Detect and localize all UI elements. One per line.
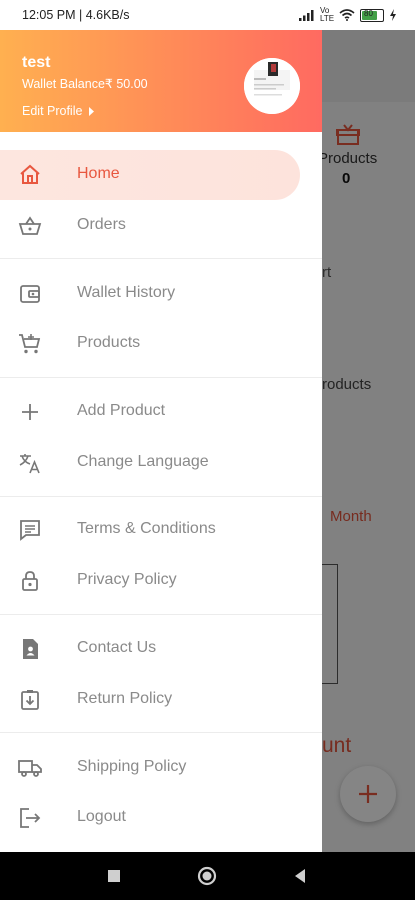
wallet-balance: Wallet Balance₹ 50.00 xyxy=(22,77,148,91)
document-icon xyxy=(20,520,40,541)
menu-item-privacy-policy[interactable]: Privacy Policy xyxy=(0,556,300,606)
menu-item-label: Products xyxy=(77,334,141,351)
menu-item-products[interactable]: Products xyxy=(0,319,300,369)
contact-icon xyxy=(23,639,38,659)
avatar-image xyxy=(244,58,300,114)
menu-item-label: Contact Us xyxy=(77,639,157,656)
menu-divider xyxy=(0,258,322,259)
translate-icon xyxy=(19,454,40,474)
menu-item-label: Add Product xyxy=(77,402,166,419)
edit-profile-label: Edit Profile xyxy=(22,104,83,118)
plus-icon xyxy=(22,404,38,420)
menu-item-label: Wallet History xyxy=(77,284,176,301)
menu-item-change-language[interactable]: Change Language xyxy=(0,438,300,488)
menu-item-add-product[interactable]: Add Product xyxy=(0,387,300,437)
menu-item-return-policy[interactable]: Return Policy xyxy=(0,675,300,725)
avatar[interactable] xyxy=(244,58,300,114)
truck-icon xyxy=(18,760,42,777)
menu-item-label: Shipping Policy xyxy=(77,758,187,775)
status-time: 12:05 PM | 4.6KB/s xyxy=(22,8,130,22)
menu-divider xyxy=(0,732,322,733)
home-button[interactable] xyxy=(197,866,217,886)
status-icons: Vo LTE 80 xyxy=(299,7,397,23)
back-button[interactable] xyxy=(290,866,310,886)
cart-icon xyxy=(19,334,41,354)
navigation-drawer: test Wallet Balance₹ 50.00 Edit Profile xyxy=(0,30,322,852)
home-icon xyxy=(20,164,40,184)
menu-item-label: Return Policy xyxy=(77,690,173,707)
menu-item-orders[interactable]: Orders xyxy=(0,201,300,251)
menu-divider xyxy=(0,496,322,497)
volte-indicator: Vo LTE xyxy=(320,6,335,23)
menu-item-contact-us[interactable]: Contact Us xyxy=(0,624,300,674)
drawer-header: test Wallet Balance₹ 50.00 Edit Profile xyxy=(0,30,322,132)
menu-item-label: Home xyxy=(77,165,120,182)
username: test xyxy=(22,54,51,71)
menu-item-label: Privacy Policy xyxy=(77,571,177,588)
status-bar: 12:05 PM | 4.6KB/s Vo LTE 80 xyxy=(0,0,415,30)
menu-item-label: Terms & Conditions xyxy=(77,520,216,537)
menu-item-label: Logout xyxy=(77,808,126,825)
battery-level: 80 xyxy=(364,8,373,18)
menu-item-home[interactable]: Home xyxy=(0,150,300,200)
logout-icon xyxy=(20,808,41,828)
menu-item-wallet-history[interactable]: Wallet History xyxy=(0,269,300,319)
system-navigation-bar xyxy=(0,852,415,900)
charging-icon xyxy=(390,9,396,21)
menu-item-terms-conditions[interactable]: Terms & Conditions xyxy=(0,505,300,555)
menu-divider xyxy=(0,377,322,378)
menu-item-shipping-policy[interactable]: Shipping Policy xyxy=(0,743,300,793)
chevron-right-icon xyxy=(89,106,95,116)
menu-item-label: Change Language xyxy=(77,453,209,470)
recents-button[interactable] xyxy=(104,866,124,886)
menu-item-logout[interactable]: Logout xyxy=(0,793,300,843)
menu-divider xyxy=(0,614,322,615)
lock-icon xyxy=(22,571,38,591)
edit-profile-link[interactable]: Edit Profile xyxy=(22,104,95,118)
wallet-icon xyxy=(20,285,40,303)
battery-icon: 80 xyxy=(360,8,384,22)
signal-icon xyxy=(299,10,314,21)
menu-item-label: Orders xyxy=(77,216,126,233)
return-icon xyxy=(21,690,39,710)
wifi-icon xyxy=(339,9,355,21)
basket-icon xyxy=(18,216,42,235)
